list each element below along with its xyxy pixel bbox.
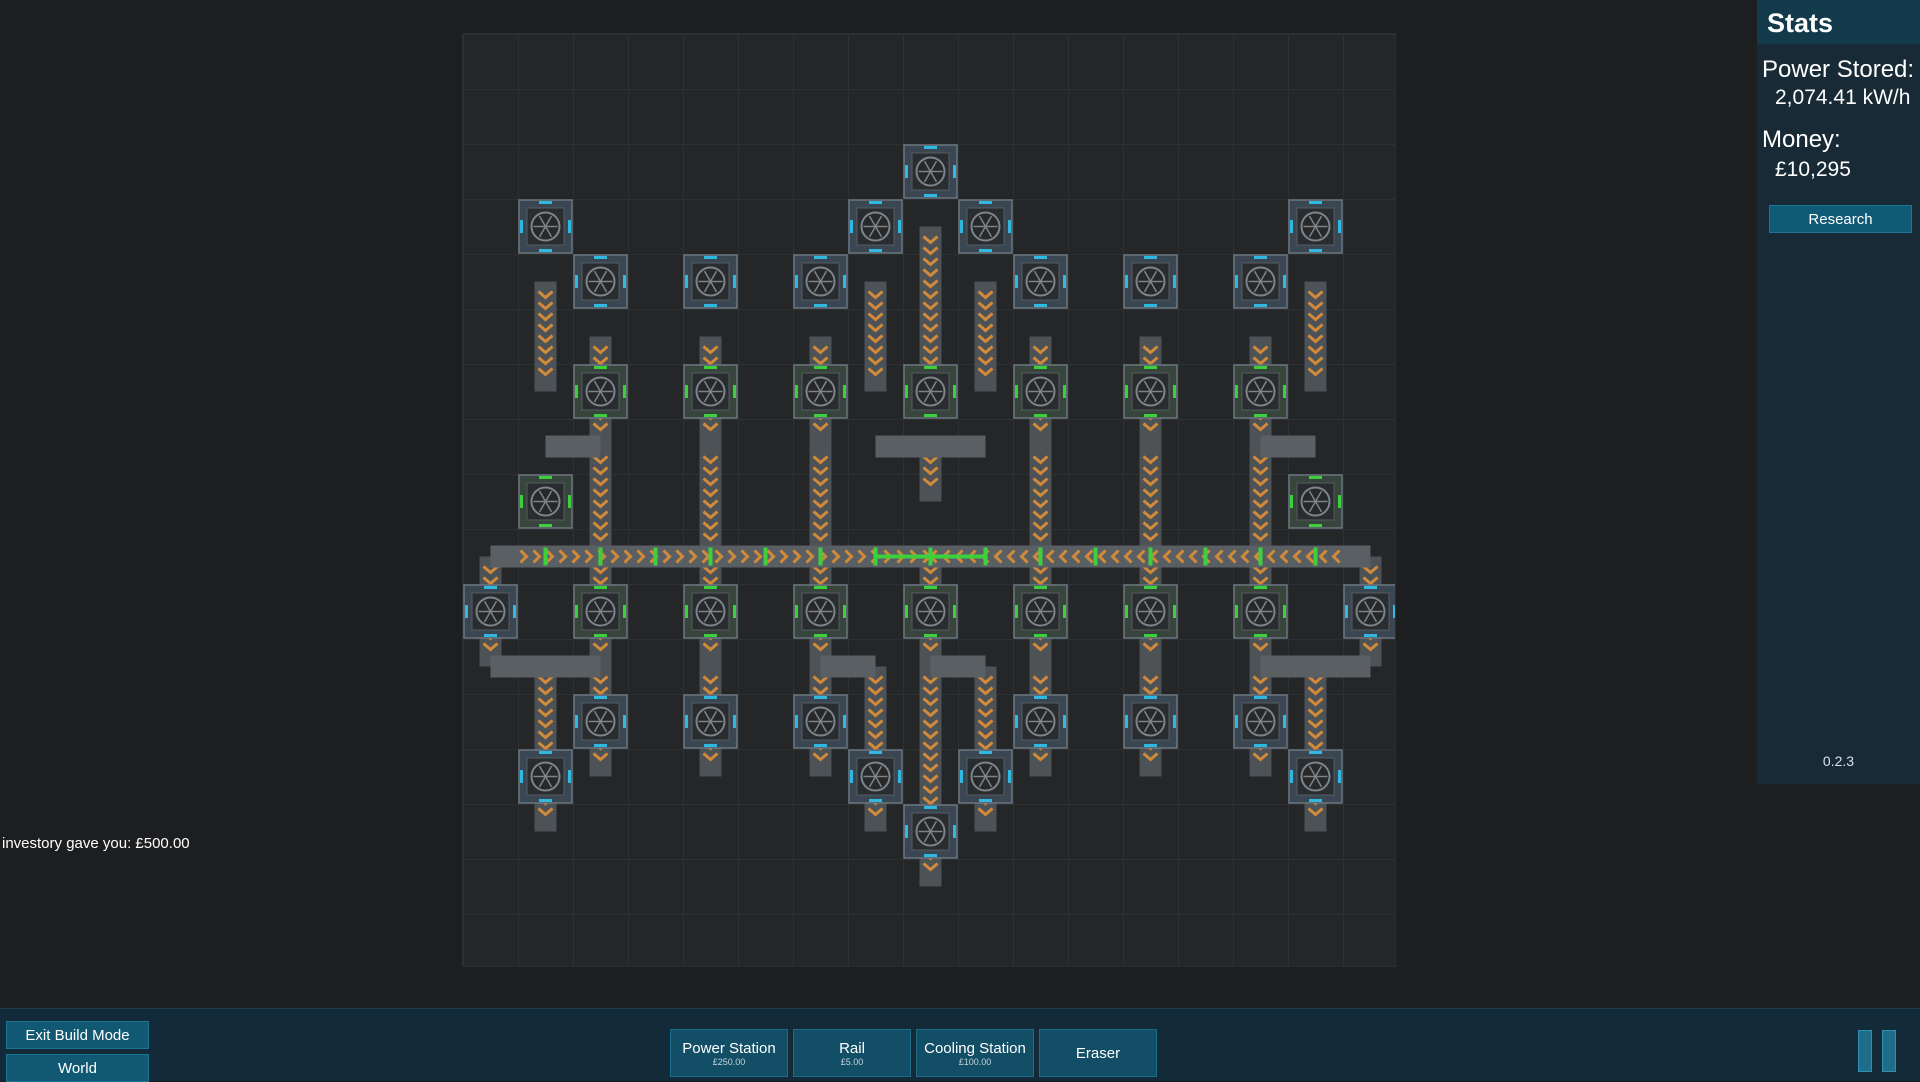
tool-cost: £5.00 bbox=[840, 1056, 864, 1067]
cooling-station bbox=[463, 584, 518, 639]
cooling-station bbox=[573, 694, 628, 749]
power-station bbox=[1013, 364, 1068, 419]
cooling-station bbox=[1288, 199, 1343, 254]
cooling-station bbox=[1013, 254, 1068, 309]
tool-label: Eraser bbox=[1075, 1044, 1121, 1062]
power-station bbox=[1013, 584, 1068, 639]
power-station bbox=[793, 584, 848, 639]
power-station bbox=[683, 364, 738, 419]
rail-tool-button[interactable]: Rail £5.00 bbox=[793, 1029, 911, 1077]
cooling-station bbox=[683, 694, 738, 749]
cooling-station bbox=[848, 749, 903, 804]
toolbar: Exit Build Mode World Power Station £250… bbox=[0, 1008, 1920, 1082]
cooling-station bbox=[1013, 694, 1068, 749]
rail-layer bbox=[479, 226, 1382, 887]
stats-panel: Stats Power Stored: 2,074.41 kW/h Money:… bbox=[1757, 0, 1920, 784]
cooling-station bbox=[1123, 694, 1178, 749]
tool-label: Cooling Station bbox=[924, 1039, 1026, 1057]
power-station bbox=[1123, 364, 1178, 419]
tool-cost: £250.00 bbox=[712, 1056, 746, 1067]
power-stored-label: Power Stored: bbox=[1762, 56, 1915, 83]
exit-build-mode-button[interactable]: Exit Build Mode bbox=[6, 1021, 149, 1049]
tool-label: Power Station bbox=[682, 1039, 776, 1057]
power-station bbox=[573, 584, 628, 639]
power-station bbox=[683, 584, 738, 639]
stats-header: Stats bbox=[1757, 0, 1920, 44]
power-station-tool-button[interactable]: Power Station £250.00 bbox=[670, 1029, 788, 1077]
research-button[interactable]: Research bbox=[1769, 205, 1912, 233]
cooling-station bbox=[1233, 254, 1288, 309]
version-label: 0.2.3 bbox=[1822, 753, 1855, 769]
power-station bbox=[1123, 584, 1178, 639]
cooling-station bbox=[1233, 694, 1288, 749]
station-network bbox=[463, 144, 1395, 887]
pause-button[interactable] bbox=[1858, 1030, 1900, 1072]
money-value: £10,295 bbox=[1775, 158, 1851, 181]
cooling-station bbox=[1123, 254, 1178, 309]
cooling-station bbox=[958, 749, 1013, 804]
cooling-station bbox=[848, 199, 903, 254]
power-station bbox=[903, 584, 958, 639]
power-station bbox=[518, 474, 573, 529]
power-station bbox=[1233, 364, 1288, 419]
cooling-station bbox=[793, 694, 848, 749]
stats-title: Stats bbox=[1767, 8, 1834, 38]
cooling-station bbox=[683, 254, 738, 309]
cooling-station-tool-button[interactable]: Cooling Station £100.00 bbox=[916, 1029, 1034, 1077]
cooling-station bbox=[1343, 584, 1395, 639]
power-station bbox=[903, 364, 958, 419]
power-station bbox=[1233, 584, 1288, 639]
eraser-tool-button[interactable]: Eraser bbox=[1039, 1029, 1157, 1077]
build-grid[interactable] bbox=[462, 33, 1396, 967]
cooling-station bbox=[518, 199, 573, 254]
cooling-station bbox=[793, 254, 848, 309]
power-stored-value: 2,074.41 kW/h bbox=[1775, 86, 1911, 109]
tool-label: Rail bbox=[839, 1039, 865, 1057]
money-label: Money: bbox=[1762, 126, 1841, 153]
cooling-station bbox=[903, 144, 958, 199]
world-button[interactable]: World bbox=[6, 1054, 149, 1082]
tool-cost: £100.00 bbox=[958, 1056, 992, 1067]
cooling-station bbox=[518, 749, 573, 804]
power-station bbox=[1288, 474, 1343, 529]
power-station bbox=[573, 364, 628, 419]
notification-message: investory gave you: £500.00 bbox=[2, 835, 190, 852]
power-station bbox=[793, 364, 848, 419]
cooling-station bbox=[903, 804, 958, 859]
cooling-station bbox=[573, 254, 628, 309]
cooling-station bbox=[1288, 749, 1343, 804]
cooling-station bbox=[958, 199, 1013, 254]
